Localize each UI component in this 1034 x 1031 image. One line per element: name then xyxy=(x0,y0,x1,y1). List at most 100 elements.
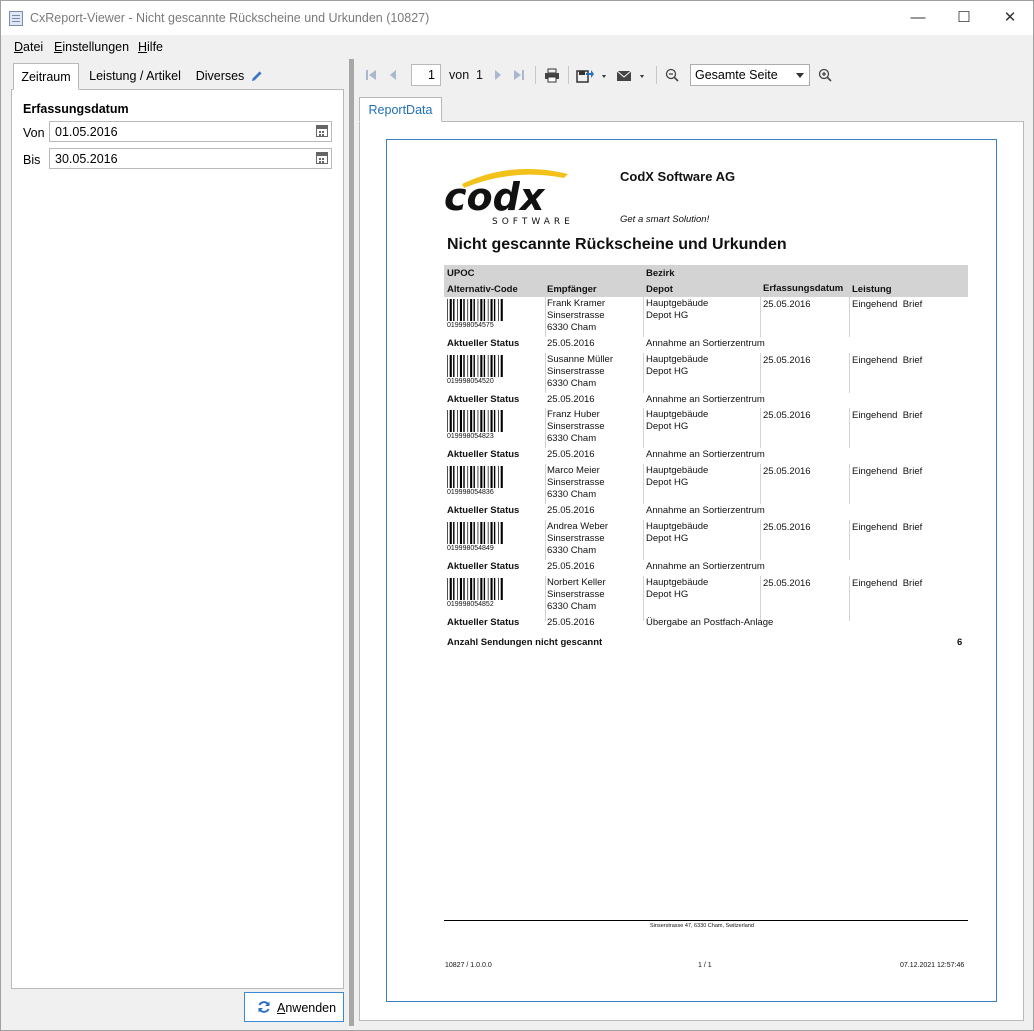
bezirk-value: Hauptgebäude xyxy=(646,520,709,532)
recipient-street: Sinserstrasse xyxy=(547,310,605,321)
barcode-icon xyxy=(447,466,503,489)
depot-value: Depot HG xyxy=(646,588,689,600)
total-label: Anzahl Sendungen nicht gescannt xyxy=(447,637,603,648)
header-depot: Depot xyxy=(646,284,673,295)
status-date: 25.05.2016 xyxy=(547,505,595,517)
first-page-icon[interactable] xyxy=(363,61,379,89)
apply-button[interactable]: Anwenden xyxy=(244,992,344,1022)
toolbar-separator xyxy=(656,66,657,84)
column-divider xyxy=(643,519,644,560)
leistung-value: Eingehend Brief xyxy=(852,299,923,310)
svg-text:codx: codx xyxy=(444,175,546,219)
title-bar: CxReport-Viewer - Nicht gescannte Rücksc… xyxy=(1,1,1033,35)
recipient-street: Sinserstrasse xyxy=(547,588,605,600)
status-date: 25.05.2016 xyxy=(547,616,595,628)
status-text: Annahme an Sortierzentrum xyxy=(646,449,765,461)
zoom-select[interactable]: Gesamte Seite xyxy=(690,64,810,86)
recipient-street: Sinserstrasse xyxy=(547,532,605,544)
barcode-number: 019998054849 xyxy=(447,544,494,552)
column-divider xyxy=(849,519,850,560)
panel-splitter[interactable] xyxy=(349,59,354,1026)
email-icon[interactable] xyxy=(615,61,649,89)
column-divider xyxy=(849,297,850,337)
header-upoc: UPOC xyxy=(447,268,475,279)
erfassungsdatum-value: 25.05.2016 xyxy=(763,410,811,422)
window-title: CxReport-Viewer - Nicht gescannte Rücksc… xyxy=(30,11,430,25)
bezirk-value: Hauptgebäude xyxy=(646,298,709,309)
recipient-street: Sinserstrasse xyxy=(547,365,605,377)
status-label: Aktueller Status xyxy=(447,505,520,517)
barcode-number: 019998054823 xyxy=(447,433,494,441)
last-page-icon[interactable] xyxy=(511,61,527,89)
close-button[interactable]: ✕ xyxy=(987,1,1033,35)
column-divider xyxy=(760,408,761,449)
calendar-icon[interactable] xyxy=(316,125,328,137)
header-bezirk: Bezirk xyxy=(646,268,675,279)
recipient-city: 6330 Cham xyxy=(547,433,597,445)
maximize-button[interactable]: ☐ xyxy=(941,1,987,35)
column-divider xyxy=(545,575,546,621)
von-label: Von xyxy=(23,126,45,140)
section-title-erfassungsdatum: Erfassungsdatum xyxy=(23,102,129,116)
bezirk-value: Hauptgebäude xyxy=(646,409,709,421)
calendar-icon[interactable] xyxy=(316,152,328,164)
recipient-city: 6330 Cham xyxy=(547,322,597,333)
menu-einstellungen[interactable]: Einstellungen xyxy=(54,40,129,54)
menu-datei[interactable]: Datei xyxy=(14,40,43,54)
column-divider xyxy=(849,352,850,393)
toolbar-separator xyxy=(535,66,536,84)
column-divider xyxy=(545,408,546,449)
column-divider xyxy=(760,352,761,393)
status-date: 25.05.2016 xyxy=(547,560,595,572)
depot-value: Depot HG xyxy=(646,365,689,377)
column-divider xyxy=(643,575,644,621)
recipient-city: 6330 Cham xyxy=(547,489,597,501)
recipient-city: 6330 Cham xyxy=(547,600,597,612)
column-divider xyxy=(760,297,761,337)
tab-reportdata[interactable]: ReportData xyxy=(359,97,442,122)
export-icon[interactable] xyxy=(575,61,609,89)
zoom-in-icon[interactable] xyxy=(816,61,834,89)
column-divider xyxy=(849,575,850,621)
recipient-street: Sinserstrasse xyxy=(547,421,605,433)
column-divider xyxy=(545,464,546,505)
page-number-input[interactable]: 1 xyxy=(411,64,441,86)
print-icon[interactable] xyxy=(542,61,562,89)
erfassungsdatum-value: 25.05.2016 xyxy=(763,354,811,366)
footer-divider xyxy=(444,920,968,921)
zoom-out-icon[interactable] xyxy=(663,61,681,89)
barcode-icon xyxy=(447,521,503,544)
chevron-down-icon xyxy=(796,73,804,78)
page-total: 1 xyxy=(476,68,483,82)
footer-timestamp: 07.12.2021 12:57:46 xyxy=(900,962,965,969)
recipient-name: Marco Meier xyxy=(547,465,600,477)
menu-hilfe[interactable]: Hilfe xyxy=(138,40,163,54)
edit-pencil-icon[interactable] xyxy=(251,70,263,82)
recipient-city: 6330 Cham xyxy=(547,377,597,389)
company-name: CodX Software AG xyxy=(620,169,736,184)
tab-zeitraum[interactable]: Zeitraum xyxy=(13,63,79,90)
status-label: Aktueller Status xyxy=(447,393,520,405)
depot-value: Depot HG xyxy=(646,310,689,321)
depot-value: Depot HG xyxy=(646,477,689,489)
tab-leistung-artikel[interactable]: Leistung / Artikel xyxy=(83,63,187,90)
header-leistung: Leistung xyxy=(852,284,892,295)
recipient-name: Andrea Weber xyxy=(547,520,609,532)
next-page-icon[interactable] xyxy=(490,61,506,89)
recipient-name: Susanne Müller xyxy=(547,353,614,365)
status-date: 25.05.2016 xyxy=(547,338,595,349)
previous-page-icon[interactable] xyxy=(385,61,401,89)
depot-value: Depot HG xyxy=(646,532,689,544)
erfassungsdatum-value: 25.05.2016 xyxy=(763,521,811,533)
svg-text:SOFTWARE: SOFTWARE xyxy=(492,217,574,227)
column-divider xyxy=(760,464,761,505)
header-alt-code: Alternativ-Code xyxy=(447,284,518,295)
bis-label: Bis xyxy=(23,153,41,167)
status-date: 25.05.2016 xyxy=(547,393,595,405)
minimize-button[interactable]: — xyxy=(895,1,941,35)
von-date-field[interactable]: 01.05.2016 xyxy=(49,121,332,142)
tab-diverses[interactable]: Diverses xyxy=(193,63,247,90)
bis-date-field[interactable]: 30.05.2016 xyxy=(49,148,332,169)
column-divider xyxy=(545,519,546,560)
leistung-value: Eingehend Brief xyxy=(852,577,923,589)
